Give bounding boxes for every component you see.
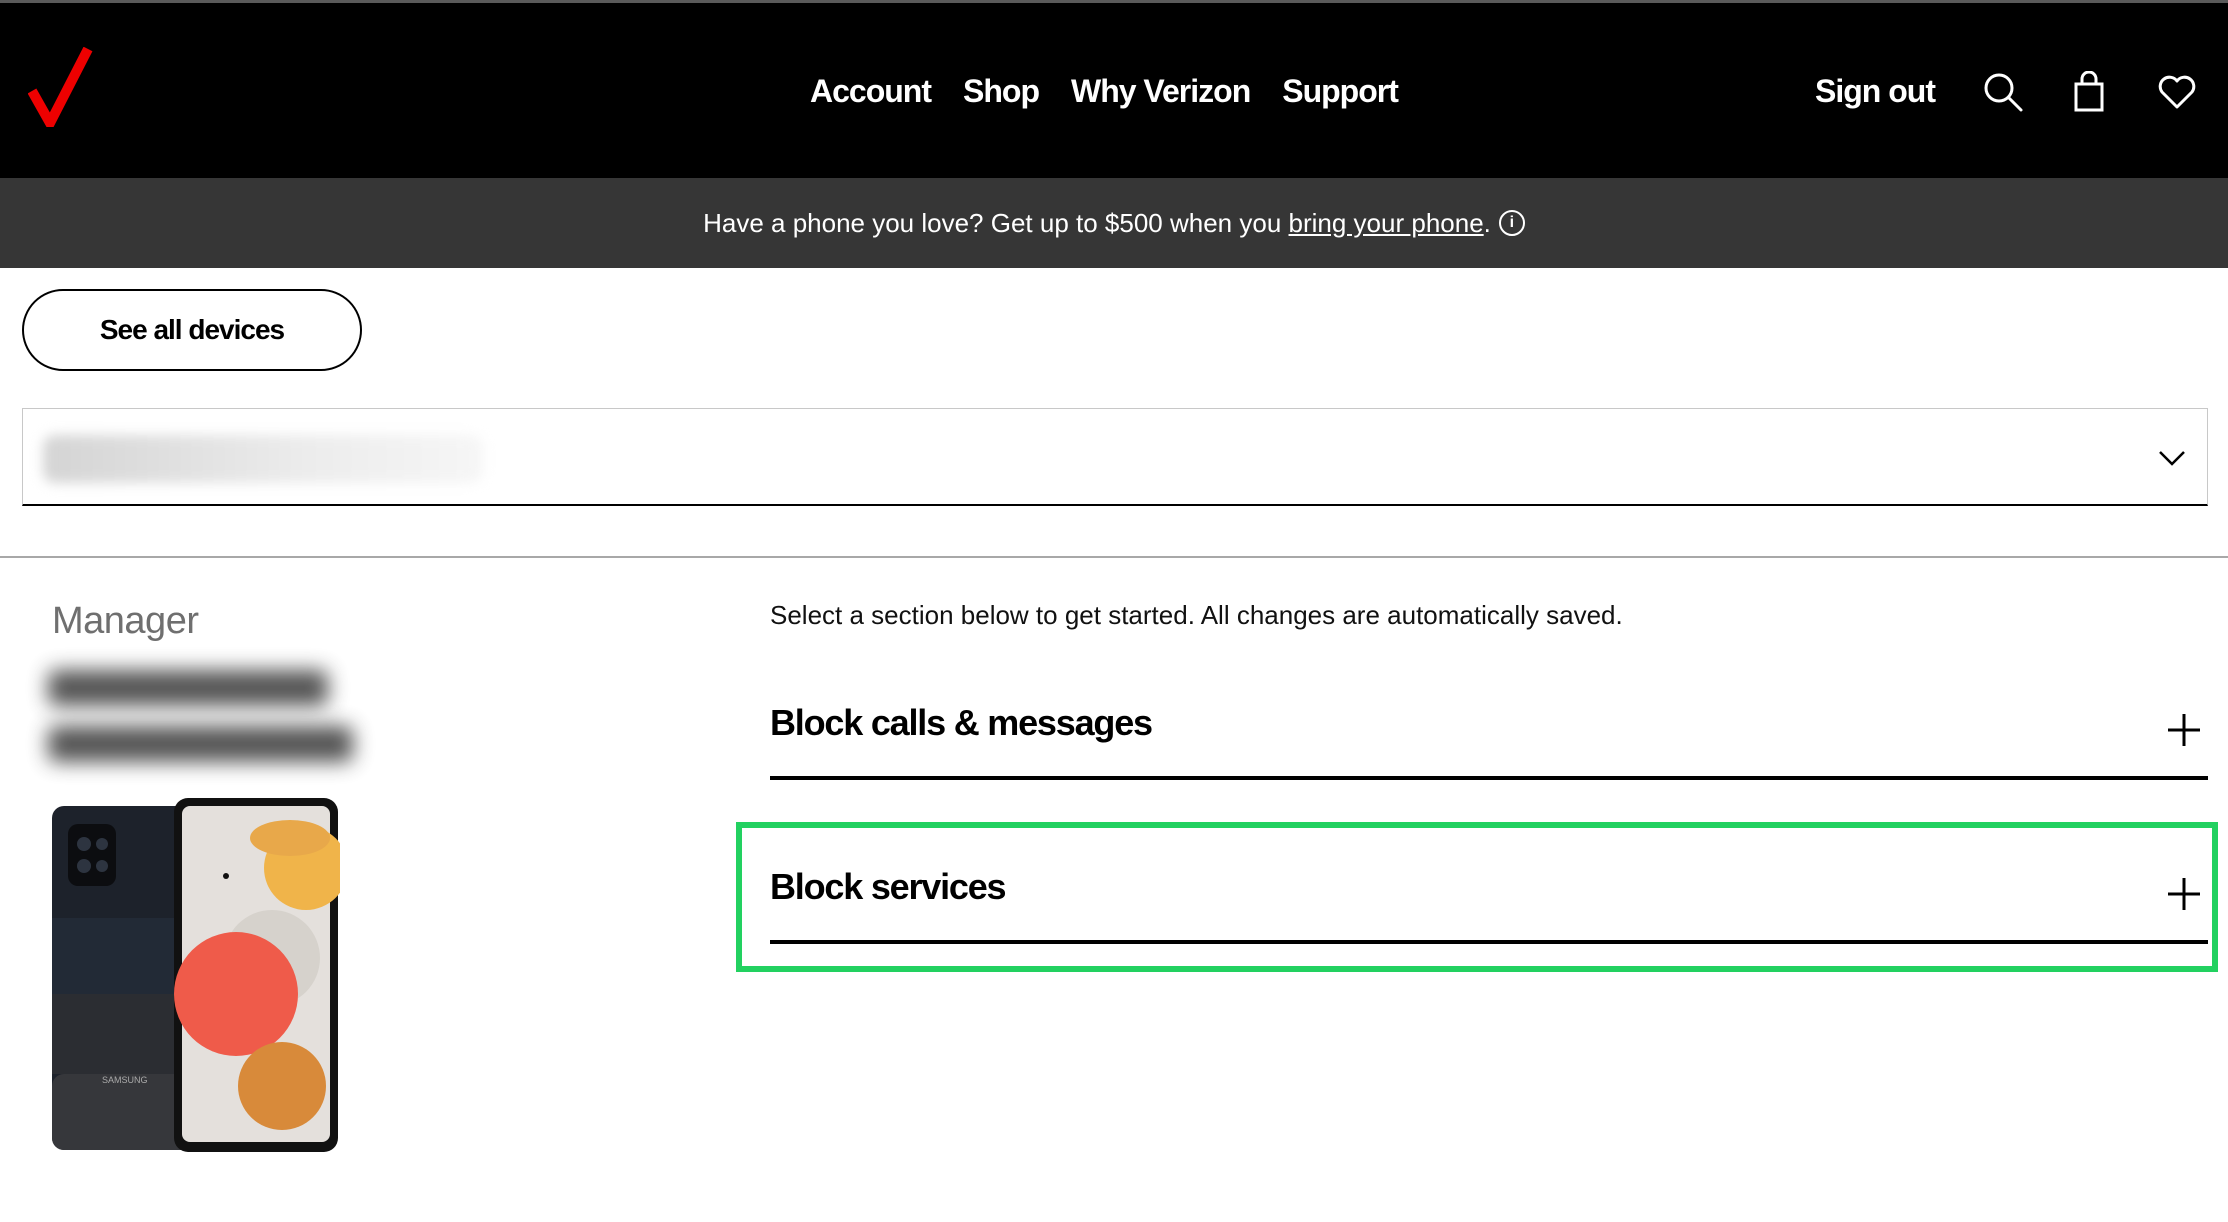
section-divider <box>0 556 2228 558</box>
see-all-devices-button[interactable]: See all devices <box>22 289 362 371</box>
verizon-logo[interactable] <box>28 47 94 127</box>
section-title: Block calls & messages <box>770 702 1153 743</box>
section-title: Block services <box>770 866 1007 907</box>
device-select[interactable] <box>22 408 2208 506</box>
plus-icon[interactable] <box>2166 876 2202 912</box>
chevron-down-icon <box>2159 451 2185 466</box>
bring-your-phone-link[interactable]: bring your phone <box>1289 208 1484 239</box>
info-icon[interactable]: i <box>1498 210 1525 236</box>
heart-icon[interactable] <box>2156 71 2198 113</box>
nav-link-shop[interactable]: Shop <box>963 73 1040 110</box>
instructions-text: Select a section below to get started. A… <box>770 600 1623 630</box>
plus-icon[interactable] <box>2166 712 2202 748</box>
top-navigation: Account Shop Why Verizon Support Sign ou… <box>0 0 2228 178</box>
sign-out-link[interactable]: Sign out <box>1815 73 1936 110</box>
phone-brand-text: SAMSUNG <box>102 1075 148 1085</box>
search-icon[interactable] <box>1982 71 2024 113</box>
promo-text-end: . <box>1483 207 1491 238</box>
section-underline <box>770 776 2208 780</box>
redacted-line-name <box>48 670 328 706</box>
block-services-section[interactable]: Block services <box>770 834 2208 944</box>
block-calls-messages-section[interactable]: Block calls & messages <box>770 670 2208 780</box>
nav-link-why-verizon[interactable]: Why Verizon <box>1071 73 1251 110</box>
device-select-value-redacted <box>43 435 483 483</box>
section-underline <box>770 940 2208 944</box>
nav-link-account[interactable]: Account <box>810 73 932 110</box>
phone-image: SAMSUNG <box>52 798 340 1152</box>
main-nav: Account Shop Why Verizon Support <box>810 73 1399 110</box>
promo-text: Have a phone you love? Get up to $500 wh… <box>703 207 1289 238</box>
nav-link-support[interactable]: Support <box>1282 73 1399 110</box>
shopping-bag-icon[interactable] <box>2068 70 2110 113</box>
promo-banner: Have a phone you love? Get up to $500 wh… <box>0 178 2228 268</box>
redacted-line-number <box>48 726 353 762</box>
device-role-label: Manager <box>52 600 199 642</box>
